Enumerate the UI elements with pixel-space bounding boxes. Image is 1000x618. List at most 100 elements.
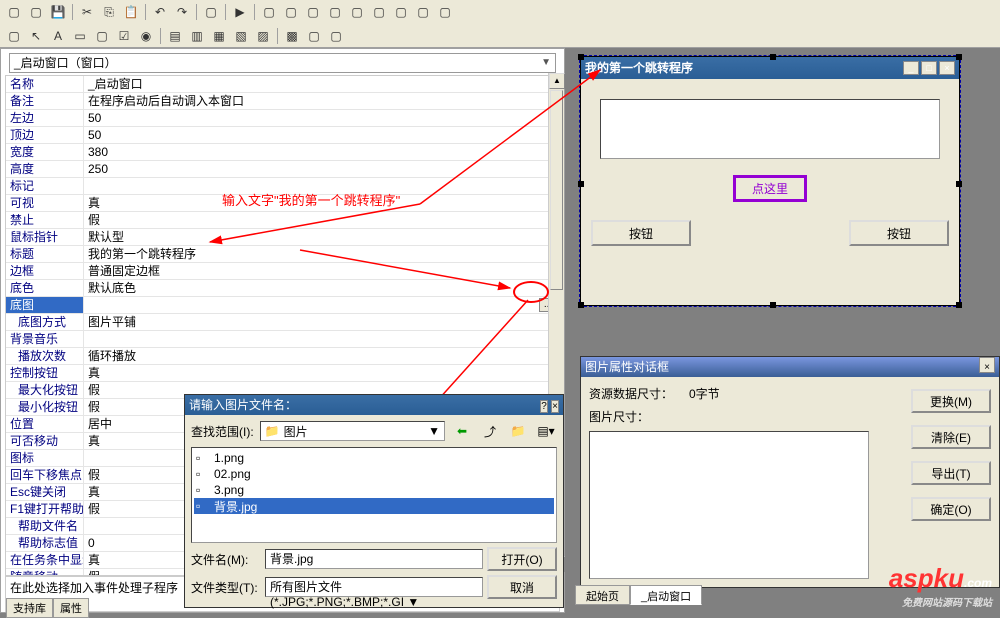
folder-combo[interactable]: 📁 图片 ▼ — [260, 421, 445, 441]
file-list[interactable]: ▫1.png▫02.png▫3.png▫背景.jpg — [191, 447, 557, 543]
property-value[interactable]: 图片平铺 — [84, 314, 559, 330]
property-row[interactable]: 底色默认底色 — [6, 280, 559, 297]
property-value[interactable]: 默认底色 — [84, 280, 559, 296]
property-object-selector[interactable]: _启动窗口（窗口） — [9, 53, 556, 73]
form-textbox[interactable] — [600, 99, 940, 159]
property-value[interactable]: 380 — [84, 144, 559, 160]
property-value[interactable]: 普通固定边框 — [84, 263, 559, 279]
form-label-clickhere[interactable]: 点这里 — [733, 175, 807, 202]
property-row[interactable]: 高度250 — [6, 161, 559, 178]
toolbar-btn[interactable]: ▦ — [209, 26, 229, 46]
property-value[interactable]: 250 — [84, 161, 559, 177]
paste-icon[interactable]: 📋 — [121, 2, 141, 22]
property-row[interactable]: 宽度380 — [6, 144, 559, 161]
cut-icon[interactable]: ✂ — [77, 2, 97, 22]
toolbar-btn[interactable]: ▢ — [26, 2, 46, 22]
run-icon[interactable]: ▶ — [230, 2, 250, 22]
cancel-button[interactable]: 取消 — [487, 575, 557, 599]
toolbar-btn[interactable]: ☑ — [114, 26, 134, 46]
property-value[interactable]: 循环播放 — [84, 348, 559, 364]
toolbar-btn[interactable]: ▢ — [303, 2, 323, 22]
property-value[interactable]: 在程序启动后自动调入本窗口 — [84, 93, 559, 109]
filename-input[interactable]: 背景.jpg — [265, 549, 483, 569]
property-value[interactable]: 50 — [84, 110, 559, 126]
dialog-titlebar[interactable]: 请输入图片文件名： ? × — [185, 395, 563, 415]
close-icon[interactable]: × — [979, 357, 995, 373]
toolbar-btn[interactable]: ↖ — [26, 26, 46, 46]
property-row[interactable]: 备注在程序启动后自动调入本窗口 — [6, 93, 559, 110]
toolbar-btn[interactable]: ▢ — [92, 26, 112, 46]
maximize-icon[interactable]: □ — [921, 61, 937, 75]
form-button-1[interactable]: 按钮 — [591, 220, 691, 246]
property-row[interactable]: 顶边50 — [6, 127, 559, 144]
property-row[interactable]: 标题我的第一个跳转程序 — [6, 246, 559, 263]
toolbar-btn[interactable]: ▢ — [4, 2, 24, 22]
toolbar-btn[interactable]: ▢ — [347, 2, 367, 22]
property-row[interactable]: 名称_启动窗口 — [6, 76, 559, 93]
toolbar-btn[interactable]: ▩ — [282, 26, 302, 46]
copy-icon[interactable]: ⎘ — [99, 2, 119, 22]
close-icon[interactable]: × — [939, 61, 955, 75]
property-row[interactable]: 左边50 — [6, 110, 559, 127]
redo-icon[interactable]: ↷ — [172, 2, 192, 22]
back-icon[interactable]: ⬅ — [451, 421, 473, 441]
ok-button[interactable]: 确定(O) — [911, 497, 991, 521]
filetype-combo[interactable]: 所有图片文件 (*.JPG;*.PNG;*.BMP;*.GI ▼ — [265, 577, 483, 597]
file-list-item[interactable]: ▫3.png — [194, 482, 554, 498]
view-icon[interactable]: ▤▾ — [535, 421, 557, 441]
property-value[interactable]: _启动窗口 — [84, 76, 559, 92]
file-list-item[interactable]: ▫背景.jpg — [194, 498, 554, 514]
toolbar-btn[interactable]: ◉ — [136, 26, 156, 46]
property-row[interactable]: 边框普通固定边框 — [6, 263, 559, 280]
property-row[interactable]: 底图... — [6, 297, 559, 314]
property-row[interactable]: 背景音乐 — [6, 331, 559, 348]
property-row[interactable]: 鼠标指针默认型 — [6, 229, 559, 246]
file-list-item[interactable]: ▫1.png — [194, 450, 554, 466]
toolbar-btn[interactable]: ▢ — [391, 2, 411, 22]
property-value[interactable] — [84, 331, 559, 347]
toolbar-btn[interactable]: ▢ — [4, 26, 24, 46]
dialog-titlebar[interactable]: 图片属性对话框 × — [581, 357, 999, 377]
form-button-2[interactable]: 按钮 — [849, 220, 949, 246]
clear-button[interactable]: 清除(E) — [911, 425, 991, 449]
minimize-icon[interactable]: _ — [903, 61, 919, 75]
toolbar-btn[interactable]: A — [48, 26, 68, 46]
toolbar-btn[interactable]: ▥ — [187, 26, 207, 46]
toolbar-btn[interactable]: ▢ — [413, 2, 433, 22]
toolbar-btn[interactable]: ▨ — [253, 26, 273, 46]
toolbar-btn[interactable]: ▭ — [70, 26, 90, 46]
toolbar-btn[interactable]: ▢ — [369, 2, 389, 22]
toolbar-btn[interactable]: ▢ — [435, 2, 455, 22]
tab-support-lib[interactable]: 支持库 — [6, 598, 53, 618]
property-row[interactable]: 控制按钮真 — [6, 365, 559, 382]
form-preview[interactable]: 我的第一个跳转程序 _ □ × 点这里 按钮 按钮 — [580, 56, 960, 306]
property-value[interactable]: 真 — [84, 365, 559, 381]
toolbar-btn[interactable]: ▤ — [165, 26, 185, 46]
tab-main-window[interactable]: _启动窗口 — [630, 585, 702, 605]
toolbar-btn[interactable]: ▢ — [325, 2, 345, 22]
property-value[interactable]: 我的第一个跳转程序 — [84, 246, 559, 262]
toolbar-btn[interactable]: ▢ — [259, 2, 279, 22]
change-button[interactable]: 更换(M) — [911, 389, 991, 413]
property-row[interactable]: 播放次数循环播放 — [6, 348, 559, 365]
toolbar-btn[interactable]: ▢ — [201, 2, 221, 22]
property-value[interactable]: 默认型 — [84, 229, 559, 245]
tab-properties[interactable]: 属性 — [53, 598, 89, 618]
export-button[interactable]: 导出(T) — [911, 461, 991, 485]
toolbar-btn[interactable]: ▢ — [304, 26, 324, 46]
close-icon[interactable]: × — [551, 400, 559, 413]
property-row[interactable]: 禁止假 — [6, 212, 559, 229]
property-value[interactable]: 假 — [84, 212, 559, 228]
file-list-item[interactable]: ▫02.png — [194, 466, 554, 482]
toolbar-btn[interactable]: 💾 — [48, 2, 68, 22]
undo-icon[interactable]: ↶ — [150, 2, 170, 22]
property-row[interactable]: 底图方式图片平铺 — [6, 314, 559, 331]
new-folder-icon[interactable]: 📁 — [507, 421, 529, 441]
toolbar-btn[interactable]: ▧ — [231, 26, 251, 46]
tab-start-page[interactable]: 起始页 — [575, 585, 630, 605]
up-icon[interactable]: ⤴ — [479, 421, 501, 441]
open-button[interactable]: 打开(O) — [487, 547, 557, 571]
toolbar-btn[interactable]: ▢ — [326, 26, 346, 46]
property-value[interactable]: 50 — [84, 127, 559, 143]
property-value[interactable]: ... — [84, 297, 559, 313]
